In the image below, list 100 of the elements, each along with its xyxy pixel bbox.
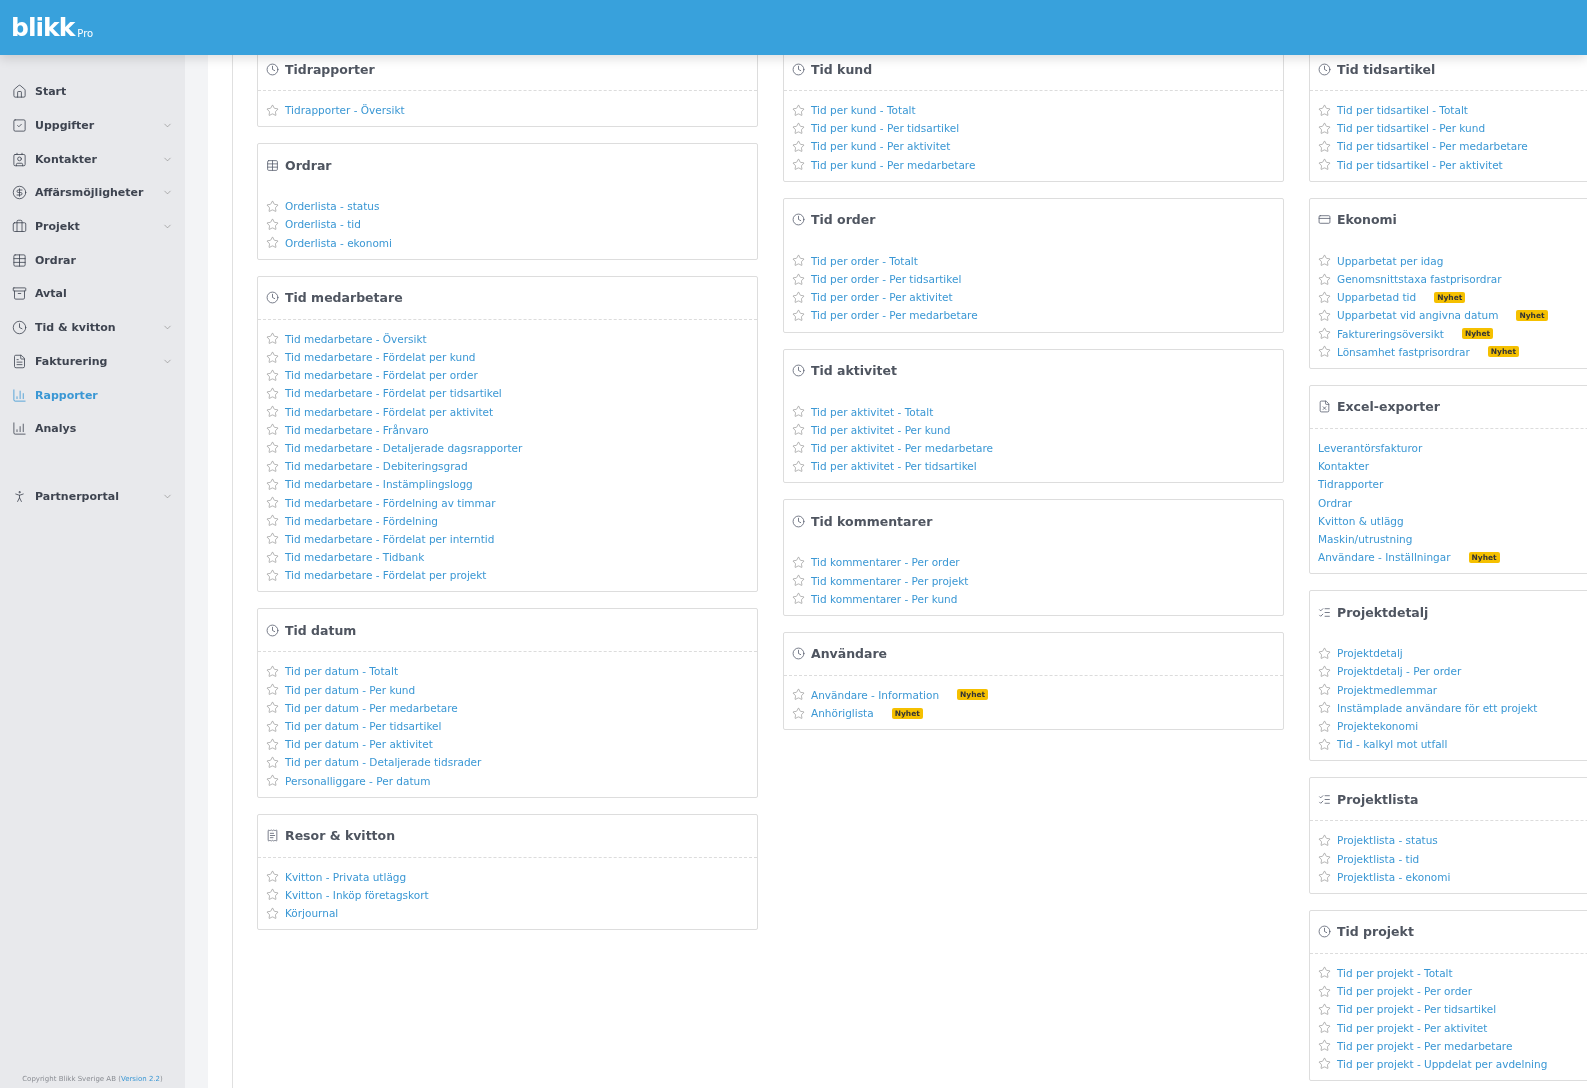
star-icon[interactable] [1318, 308, 1331, 322]
star-icon[interactable] [266, 550, 279, 564]
star-icon[interactable] [1318, 254, 1331, 268]
star-icon[interactable] [1318, 158, 1331, 172]
report-link[interactable]: Tid medarbetare - Detaljerade dagsrapporter [285, 441, 523, 454]
sidebar-item[interactable]: Partnerportal [0, 479, 185, 514]
report-link[interactable]: Tid medarbetare - Debiteringsgrad [285, 460, 468, 473]
report-link[interactable]: Tid kommentarer - Per order [811, 556, 960, 569]
report-link[interactable]: Tid per tidsartikel - Per medarbetare [1337, 140, 1528, 153]
sidebar-item[interactable]: Start [0, 75, 185, 109]
star-icon[interactable] [1318, 121, 1331, 135]
report-link[interactable]: Tid per datum - Detaljerade tidsrader [285, 756, 482, 769]
star-icon[interactable] [266, 683, 279, 697]
report-link[interactable]: Tid medarbetare - Fördelning [285, 514, 438, 527]
report-link[interactable]: Kvitton - Privata utlägg [285, 870, 407, 883]
report-link[interactable]: Upparbetat vid angivna datum [1337, 309, 1499, 322]
star-icon[interactable] [792, 254, 805, 268]
star-icon[interactable] [266, 870, 279, 884]
star-icon[interactable] [792, 272, 805, 286]
report-link[interactable]: Faktureringsöversikt [1337, 327, 1444, 340]
report-link[interactable]: Tid per kund - Per medarbetare [811, 158, 976, 171]
report-link[interactable]: Leverantörsfakturor [1318, 441, 1423, 454]
star-icon[interactable] [266, 737, 279, 751]
report-link[interactable]: Kontakter [1318, 460, 1369, 473]
star-icon[interactable] [792, 423, 805, 437]
star-icon[interactable] [1318, 966, 1331, 980]
report-link[interactable]: Instämplade användare för ett projekt [1337, 701, 1538, 714]
report-link[interactable]: Användare - Information [811, 688, 940, 701]
star-icon[interactable] [1318, 870, 1331, 884]
star-icon[interactable] [266, 386, 279, 400]
star-icon[interactable] [266, 423, 279, 437]
sidebar-item[interactable]: Ordrar [0, 243, 185, 278]
star-icon[interactable] [266, 755, 279, 769]
star-icon[interactable] [1318, 852, 1331, 866]
report-link[interactable]: Projektlista - tid [1337, 852, 1420, 865]
star-icon[interactable] [266, 496, 279, 510]
star-icon[interactable] [792, 158, 805, 172]
star-icon[interactable] [266, 350, 279, 364]
report-link[interactable]: Tid medarbetare - Frånvaro [285, 423, 429, 436]
report-link[interactable]: Tid per aktivitet - Per medarbetare [811, 441, 994, 454]
star-icon[interactable] [792, 706, 805, 720]
report-link[interactable]: Orderlista - ekonomi [285, 236, 392, 249]
logo[interactable]: blikk [11, 13, 75, 42]
star-icon[interactable] [792, 121, 805, 135]
report-link[interactable]: Tid per aktivitet - Per tidsartikel [811, 460, 977, 473]
star-icon[interactable] [266, 514, 279, 528]
report-link[interactable]: Projektmedlemmar [1337, 683, 1438, 696]
report-link[interactable]: Personalliggare - Per datum [285, 774, 431, 787]
sidebar-item[interactable]: Uppgifter [0, 108, 185, 143]
report-link[interactable]: Genomsnittstaxa fastprisordrar [1337, 273, 1502, 286]
report-link[interactable]: Användare - Inställningar [1318, 551, 1451, 564]
report-link[interactable]: Tid kommentarer - Per kund [811, 592, 958, 605]
sidebar-item[interactable]: Analys [0, 411, 185, 446]
report-link[interactable]: Projektlista - ekonomi [1337, 870, 1451, 883]
report-link[interactable]: Tid per order - Totalt [811, 254, 918, 267]
star-icon[interactable] [1318, 272, 1331, 286]
star-icon[interactable] [266, 199, 279, 213]
star-icon[interactable] [266, 906, 279, 920]
report-link[interactable]: Tid medarbetare - Fördelat per projekt [285, 569, 487, 582]
report-link[interactable]: Upparbetat per idag [1337, 254, 1444, 267]
report-link[interactable]: Tid medarbetare - Fördelat per kund [285, 351, 476, 364]
star-icon[interactable] [792, 574, 805, 588]
star-icon[interactable] [266, 701, 279, 715]
report-link[interactable]: Orderlista - status [285, 200, 380, 213]
report-link[interactable]: Tid medarbetare - Fördelat per interntid [285, 532, 495, 545]
report-link[interactable]: Tid per projekt - Uppdelat per avdelning [1337, 1057, 1548, 1070]
star-icon[interactable] [266, 664, 279, 678]
star-icon[interactable] [792, 555, 805, 569]
star-icon[interactable] [1318, 646, 1331, 660]
sidebar-item[interactable]: Projekt [0, 209, 185, 244]
report-link[interactable]: Tid per kund - Totalt [811, 104, 916, 117]
report-link[interactable]: Orderlista - tid [285, 218, 361, 231]
star-icon[interactable] [266, 236, 279, 250]
report-link[interactable]: Maskin/utrustning [1318, 532, 1413, 545]
sidebar-item[interactable]: Affärsmöjligheter [0, 176, 185, 210]
star-icon[interactable] [1318, 1021, 1331, 1035]
star-icon[interactable] [792, 290, 805, 304]
star-icon[interactable] [792, 139, 805, 153]
star-icon[interactable] [266, 368, 279, 382]
report-link[interactable]: Tid medarbetare - Fördelat per order [285, 369, 478, 382]
report-link[interactable]: Tid per tidsartikel - Totalt [1337, 104, 1468, 117]
report-link[interactable]: Tid - kalkyl mot utfall [1337, 738, 1448, 751]
report-link[interactable]: Tidrapporter [1318, 478, 1384, 491]
star-icon[interactable] [1318, 290, 1331, 304]
star-icon[interactable] [792, 459, 805, 473]
report-link[interactable]: Tid per kund - Per tidsartikel [811, 122, 960, 135]
star-icon[interactable] [266, 332, 279, 346]
report-link[interactable]: Upparbetad tid [1337, 291, 1417, 304]
report-link[interactable]: Tidrapporter - Översikt [285, 104, 405, 117]
star-icon[interactable] [1318, 103, 1331, 117]
report-link[interactable]: Tid medarbetare - Fördelat per aktivitet [285, 405, 494, 418]
report-link[interactable]: Tid per datum - Totalt [285, 665, 398, 678]
report-link[interactable]: Tid per projekt - Per tidsartikel [1337, 1003, 1497, 1016]
report-link[interactable]: Tid per datum - Per tidsartikel [285, 720, 442, 733]
report-link[interactable]: Tid medarbetare - Instämplingslogg [285, 478, 473, 491]
sidebar-item[interactable]: Fakturering [0, 344, 185, 379]
report-link[interactable]: Ordrar [1318, 496, 1353, 509]
star-icon[interactable] [1318, 984, 1331, 998]
star-icon[interactable] [266, 719, 279, 733]
report-link[interactable]: Tid medarbetare - Översikt [285, 332, 427, 345]
